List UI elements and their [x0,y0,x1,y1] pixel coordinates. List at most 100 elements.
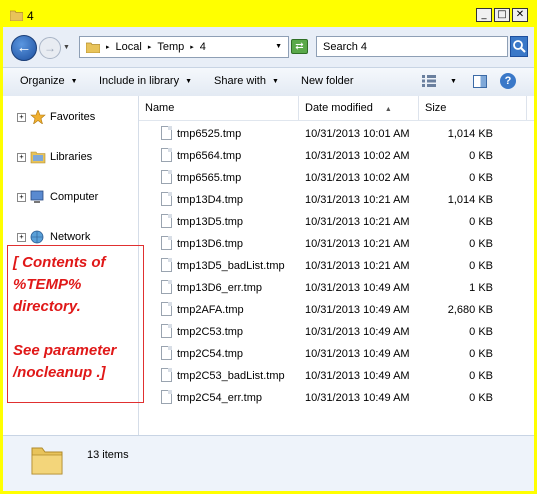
expand-icon[interactable]: + [17,192,26,202]
search-placeholder: Search 4 [323,41,368,53]
file-row[interactable]: tmp6525.tmp 10/31/2013 10:01 AM 1,014 KB [139,123,534,145]
file-row[interactable]: tmp13D5_badList.tmp 10/31/2013 10:21 AM 0 … [139,255,534,277]
close-button[interactable]: ✕ [512,8,528,22]
file-name: tmp13D5_badList.tmp [177,260,285,272]
nav-item-favorites[interactable]: + Favorites [17,110,95,124]
note-line [13,318,143,340]
file-row[interactable]: tmp2C53.tmp 10/31/2013 10:49 AM 0 KB [139,321,534,343]
file-size: 0 KB [469,260,493,272]
file-icon [161,236,172,250]
column-header-label: Size [425,102,447,114]
breadcrumb-chevron-icon[interactable]: ▸ [148,43,152,51]
file-icon [161,368,172,382]
expand-icon[interactable]: + [17,112,26,122]
search-button[interactable] [510,36,528,57]
change-view-icon[interactable] [422,75,436,87]
note-line: %TEMP% [13,276,82,293]
file-name: tmp13D5.tmp [177,216,244,228]
file-size: 0 KB [469,392,493,404]
chevron-down-icon: ▼ [271,78,279,85]
file-name: tmp2C53.tmp [177,326,244,338]
file-row[interactable]: tmp2C53_badList.tmp 10/31/2013 10:49 AM 0 … [139,365,534,387]
refresh-button[interactable]: ⇄ [291,39,308,54]
file-row[interactable]: tmp13D6_err.tmp 10/31/2013 10:49 AM 1 KB [139,277,534,299]
folder-icon [86,42,100,53]
address-dropdown-icon[interactable]: ▼ [275,43,282,50]
forward-button[interactable]: → [39,37,61,59]
title-bar[interactable]: 4 _ □ ✕ [3,3,534,27]
breadcrumb-item[interactable]: 4 [200,41,206,53]
note-line: [ Contents of [13,254,106,271]
file-row[interactable]: tmp13D4.tmp 10/31/2013 10:21 AM 1,014 KB [139,189,534,211]
file-name: tmp6564.tmp [177,150,242,162]
note-line: /nocleanup .] [13,364,106,381]
search-input[interactable]: Search 4 [316,36,508,57]
expand-icon[interactable]: + [17,232,26,242]
column-header-date-modified[interactable]: Date modified ▲ [299,96,419,120]
share-with-menu[interactable]: Share with ▼ [214,75,279,87]
expand-icon[interactable]: + [17,152,26,162]
breadcrumb-chevron-icon[interactable]: ▸ [106,43,110,51]
column-header-size[interactable]: Size [419,96,527,120]
computer-icon [30,190,44,203]
window-title: 4 [27,9,34,23]
file-size: 0 KB [469,216,493,228]
column-header-label: Name [145,102,175,114]
file-icon [161,346,172,360]
refresh-icon: ⇄ [295,41,304,52]
file-icon [161,390,172,404]
file-size: 1 KB [469,282,493,294]
address-row: ← → ▼ ▸ Local ▸ Temp ▸ 4 ▼ ⇄ Search 4 [3,27,534,68]
forward-arrow-icon: → [44,41,56,55]
minimize-button[interactable]: _ [476,8,492,22]
maximize-button[interactable]: □ [494,8,510,22]
breadcrumb-item[interactable]: Local [116,41,142,53]
file-icon [161,258,172,272]
file-row[interactable]: tmp6564.tmp 10/31/2013 10:02 AM 0 KB [139,145,534,167]
preview-pane-icon[interactable] [473,75,487,88]
note-line: See parameter [13,342,117,359]
file-name: tmp2AFA.tmp [177,304,244,316]
file-date: 10/31/2013 10:21 AM [305,238,410,250]
file-icon [161,170,172,184]
breadcrumb-chevron-icon[interactable]: ▸ [190,43,194,51]
breadcrumb-item[interactable]: Temp [157,41,184,53]
help-icon[interactable]: ? [500,73,516,89]
nav-item-label: Network [50,231,91,243]
file-icon [161,126,172,140]
note-line: directory. [13,298,81,315]
star-icon [30,110,46,124]
file-row[interactable]: tmp2AFA.tmp 10/31/2013 10:49 AM 2,680 KB [139,299,534,321]
file-row[interactable]: tmp13D6.tmp 10/31/2013 10:21 AM 0 KB [139,233,534,255]
file-icon [161,148,172,162]
file-icon [161,192,172,206]
file-date: 10/31/2013 10:49 AM [305,326,410,338]
column-header-name[interactable]: Name [139,96,299,120]
file-date: 10/31/2013 10:02 AM [305,150,410,162]
network-icon [30,230,44,244]
file-name: tmp6565.tmp [177,172,242,184]
search-icon [513,40,526,53]
address-bar[interactable]: ▸ Local ▸ Temp ▸ 4 ▼ [79,36,289,58]
file-row[interactable]: tmp6565.tmp 10/31/2013 10:02 AM 0 KB [139,167,534,189]
recent-pages-dropdown-icon[interactable]: ▼ [63,44,70,51]
file-date: 10/31/2013 10:21 AM [305,194,410,206]
back-button[interactable]: ← [11,35,37,61]
sort-ascending-icon: ▲ [384,106,392,113]
nav-item-libraries[interactable]: + Libraries [17,150,92,164]
nav-item-network[interactable]: + Network [17,230,90,244]
file-row[interactable]: tmp2C54.tmp 10/31/2013 10:49 AM 0 KB [139,343,534,365]
file-row[interactable]: tmp13D5.tmp 10/31/2013 10:21 AM 0 KB [139,211,534,233]
file-name: tmp2C54_err.tmp [177,392,262,404]
file-size: 0 KB [469,370,493,382]
file-row[interactable]: tmp2C54_err.tmp 10/31/2013 10:49 AM 0 KB [139,387,534,409]
view-dropdown-icon[interactable]: ▼ [450,78,457,85]
file-size: 0 KB [469,172,493,184]
nav-item-computer[interactable]: + Computer [17,190,98,204]
new-folder-button[interactable]: New folder [301,75,354,87]
include-in-library-menu[interactable]: Include in library ▼ [99,75,192,87]
organize-menu[interactable]: Organize ▼ [20,75,78,87]
explorer-window: 4 _ □ ✕ ← → ▼ ▸ Local ▸ Temp ▸ 4 ▼ ⇄ Sea… [3,3,534,491]
file-name: tmp2C53_badList.tmp [177,370,285,382]
file-icon [161,214,172,228]
